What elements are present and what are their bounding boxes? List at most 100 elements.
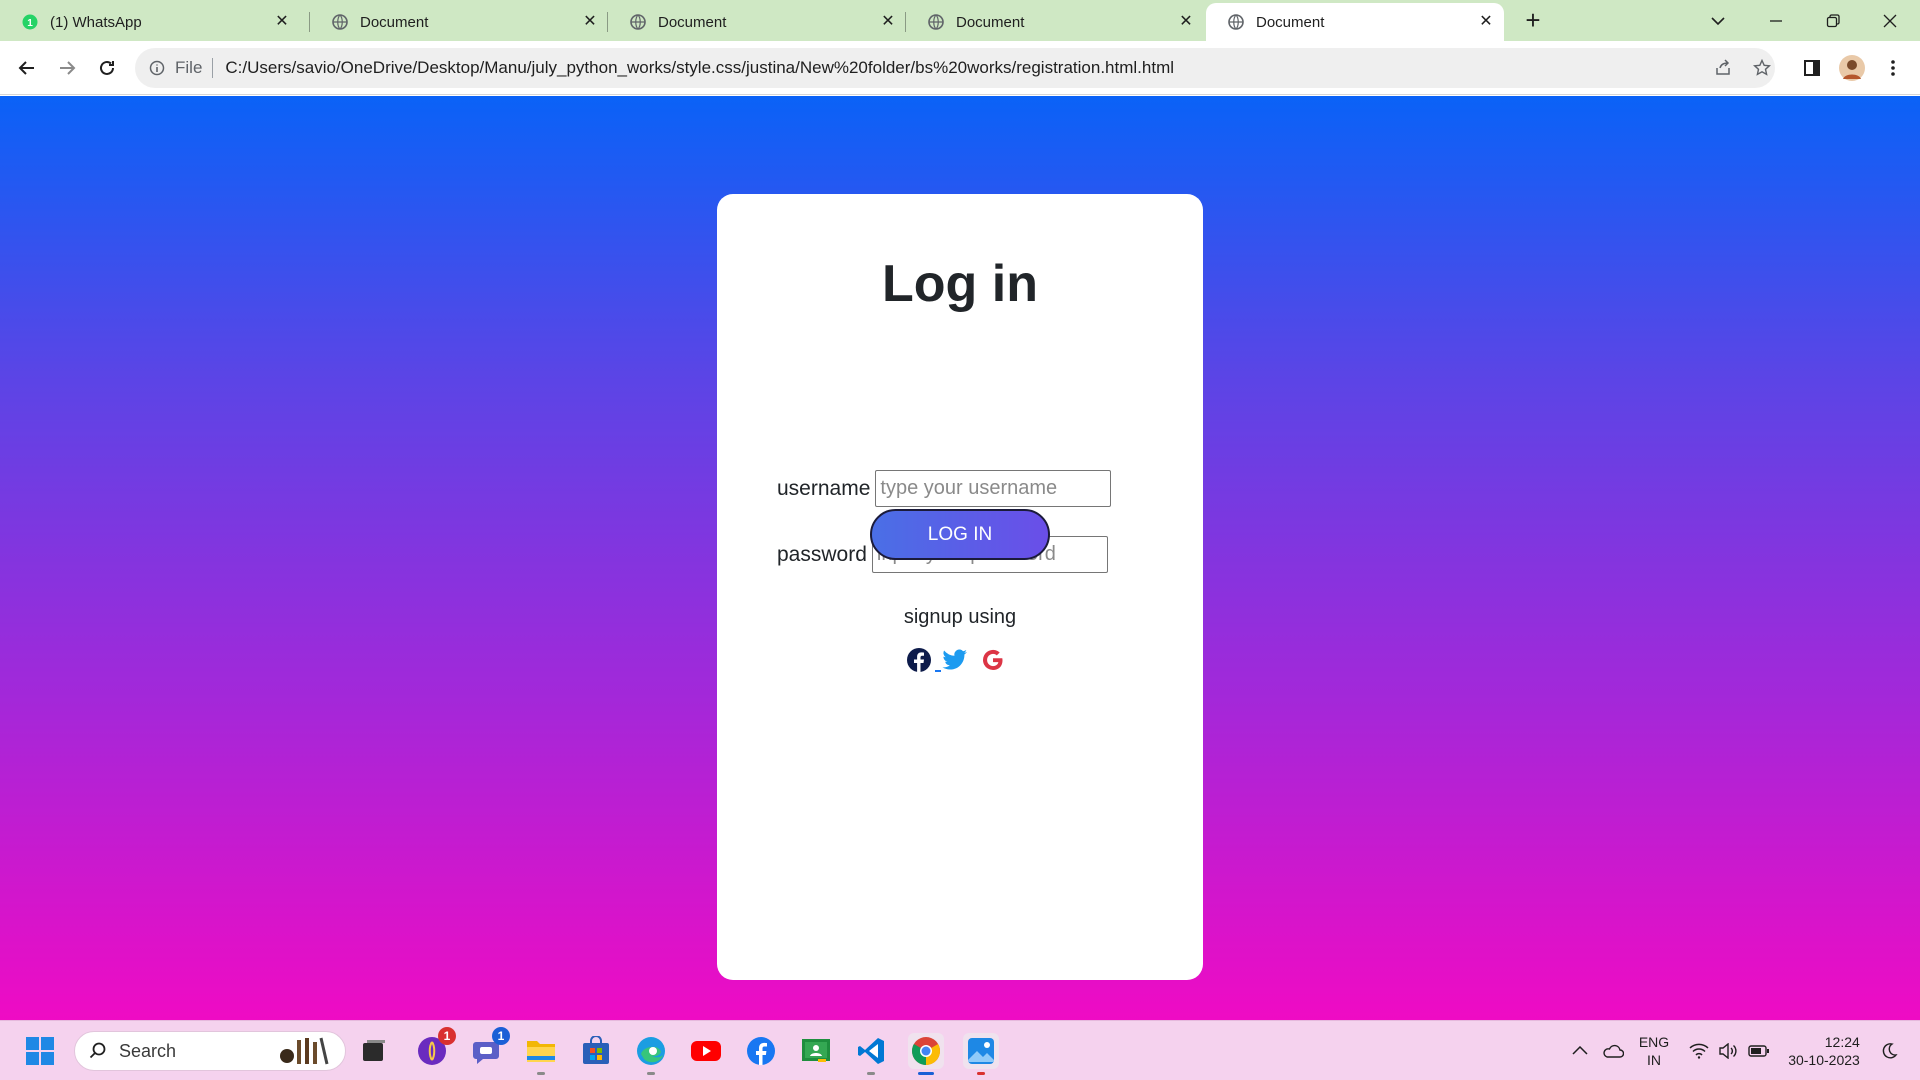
folder-icon xyxy=(527,1041,555,1062)
divider xyxy=(212,58,214,78)
language-region: IN xyxy=(1647,1052,1661,1068)
tab-whatsapp[interactable]: 1 (1) WhatsApp ✕ xyxy=(0,3,300,41)
facebook-icon xyxy=(907,648,931,672)
tab-document-3[interactable]: Document ✕ xyxy=(906,3,1204,41)
do-not-disturb-icon xyxy=(1882,1043,1898,1059)
taskbar-app-classroom[interactable] xyxy=(798,1033,834,1069)
share-button[interactable] xyxy=(1707,52,1739,84)
clock-button[interactable]: 12:24 30-10-2023 xyxy=(1782,1021,1866,1080)
taskbar-search[interactable]: Search xyxy=(74,1031,346,1071)
taskbar-app-explorer[interactable] xyxy=(523,1033,559,1075)
taskbar-app-1[interactable]: 1 xyxy=(414,1027,456,1069)
tab-title: Document xyxy=(360,13,429,31)
globe-icon xyxy=(1228,14,1244,30)
taskbar-app-chrome[interactable] xyxy=(908,1033,944,1075)
back-button[interactable] xyxy=(11,52,43,84)
taskbar-app-youtube[interactable] xyxy=(688,1033,724,1069)
onedrive-button[interactable] xyxy=(1598,1021,1628,1080)
taskbar: Search 1 1 ENG IN 12:24 30-10-2023 xyxy=(0,1020,1920,1080)
social-login-group xyxy=(905,646,1007,674)
close-tab-icon[interactable]: ✕ xyxy=(1478,14,1494,30)
bookmark-button[interactable] xyxy=(1746,52,1778,84)
wifi-icon xyxy=(1689,1043,1709,1059)
chevron-up-icon xyxy=(1572,1046,1588,1055)
start-button[interactable] xyxy=(22,1033,58,1069)
avatar xyxy=(1839,55,1865,81)
language-indicator[interactable]: ENG IN xyxy=(1632,1021,1676,1080)
reload-icon xyxy=(100,60,114,75)
running-indicator xyxy=(647,1072,655,1075)
search-icon xyxy=(89,1042,106,1059)
language-code: ENG xyxy=(1638,1034,1670,1050)
tab-document-active[interactable]: Document ✕ xyxy=(1206,3,1504,41)
tab-document-2[interactable]: Document ✕ xyxy=(608,3,906,41)
youtube-icon xyxy=(691,1041,721,1061)
taskbar-app-taskview[interactable] xyxy=(356,1033,392,1069)
tab-title: (1) WhatsApp xyxy=(50,13,142,31)
twitter-icon xyxy=(942,649,967,670)
facebook-app-icon xyxy=(747,1037,775,1065)
close-window-button[interactable] xyxy=(1862,0,1918,41)
task-view-icon xyxy=(363,1040,385,1061)
volume-button[interactable] xyxy=(1714,1021,1742,1080)
username-input[interactable] xyxy=(875,470,1112,507)
menu-button[interactable] xyxy=(1877,52,1909,84)
vscode-icon xyxy=(858,1038,884,1064)
close-tab-icon[interactable]: ✕ xyxy=(880,14,896,30)
cloud-icon xyxy=(1603,1044,1624,1058)
taskbar-app-photos[interactable] xyxy=(963,1033,999,1075)
globe-icon xyxy=(928,14,944,30)
close-tab-icon[interactable]: ✕ xyxy=(274,14,290,30)
address-bar[interactable]: File C:/Users/savio/OneDrive/Desktop/Man… xyxy=(135,48,1775,88)
taskbar-app-teams[interactable]: 1 xyxy=(468,1027,510,1069)
svg-text:1: 1 xyxy=(27,18,33,29)
tab-title: Document xyxy=(658,13,727,31)
globe-icon xyxy=(630,14,646,30)
google-link[interactable] xyxy=(979,646,1007,674)
taskbar-app-store[interactable] xyxy=(578,1033,614,1069)
taskbar-app-facebook[interactable] xyxy=(743,1033,779,1069)
forward-button[interactable] xyxy=(51,52,83,84)
volume-icon xyxy=(1719,1043,1737,1059)
tab-search-button[interactable] xyxy=(1690,0,1746,41)
url-text[interactable]: C:/Users/savio/OneDrive/Desktop/Manu/jul… xyxy=(225,58,1174,78)
facebook-link[interactable] xyxy=(905,646,933,674)
clock-date: 30-10-2023 xyxy=(1788,1052,1860,1068)
battery-button[interactable] xyxy=(1744,1021,1774,1080)
close-tab-icon[interactable]: ✕ xyxy=(1178,14,1194,30)
kebab-menu-icon xyxy=(1891,60,1895,76)
browser-toolbar: File C:/Users/savio/OneDrive/Desktop/Man… xyxy=(0,41,1920,95)
restore-icon xyxy=(1826,13,1840,27)
login-card: Log in username password LOG IN signup u… xyxy=(717,194,1203,980)
running-indicator xyxy=(977,1072,985,1075)
star-icon xyxy=(1753,59,1771,76)
edge-icon xyxy=(637,1037,665,1065)
taskbar-app-edge[interactable] xyxy=(633,1033,669,1075)
photos-icon xyxy=(968,1038,994,1064)
tools-illustration-icon xyxy=(280,1037,329,1065)
share-icon xyxy=(1716,59,1730,75)
back-arrow-icon xyxy=(18,61,34,75)
tab-document-1[interactable]: Document ✕ xyxy=(310,3,608,41)
info-icon[interactable] xyxy=(149,60,165,76)
reload-button[interactable] xyxy=(91,52,123,84)
globe-icon xyxy=(332,14,348,30)
windows-logo-icon xyxy=(26,1037,54,1065)
restore-button[interactable] xyxy=(1805,0,1861,41)
classroom-icon xyxy=(802,1039,830,1062)
side-panel-icon xyxy=(1804,60,1820,76)
show-hidden-icons-button[interactable] xyxy=(1566,1021,1594,1080)
twitter-link[interactable] xyxy=(941,646,969,674)
password-label: password xyxy=(777,542,867,566)
wifi-button[interactable] xyxy=(1685,1021,1713,1080)
taskbar-app-vscode[interactable] xyxy=(853,1033,889,1075)
new-tab-button[interactable]: + xyxy=(1519,7,1547,35)
side-panel-button[interactable] xyxy=(1796,52,1828,84)
close-tab-icon[interactable]: ✕ xyxy=(582,14,598,30)
login-button[interactable]: LOG IN xyxy=(870,509,1050,560)
profile-button[interactable] xyxy=(1836,52,1868,84)
notifications-button[interactable] xyxy=(1874,1021,1904,1080)
tab-title: Document xyxy=(956,13,1025,31)
running-indicator xyxy=(537,1072,545,1075)
minimize-button[interactable] xyxy=(1748,0,1804,41)
